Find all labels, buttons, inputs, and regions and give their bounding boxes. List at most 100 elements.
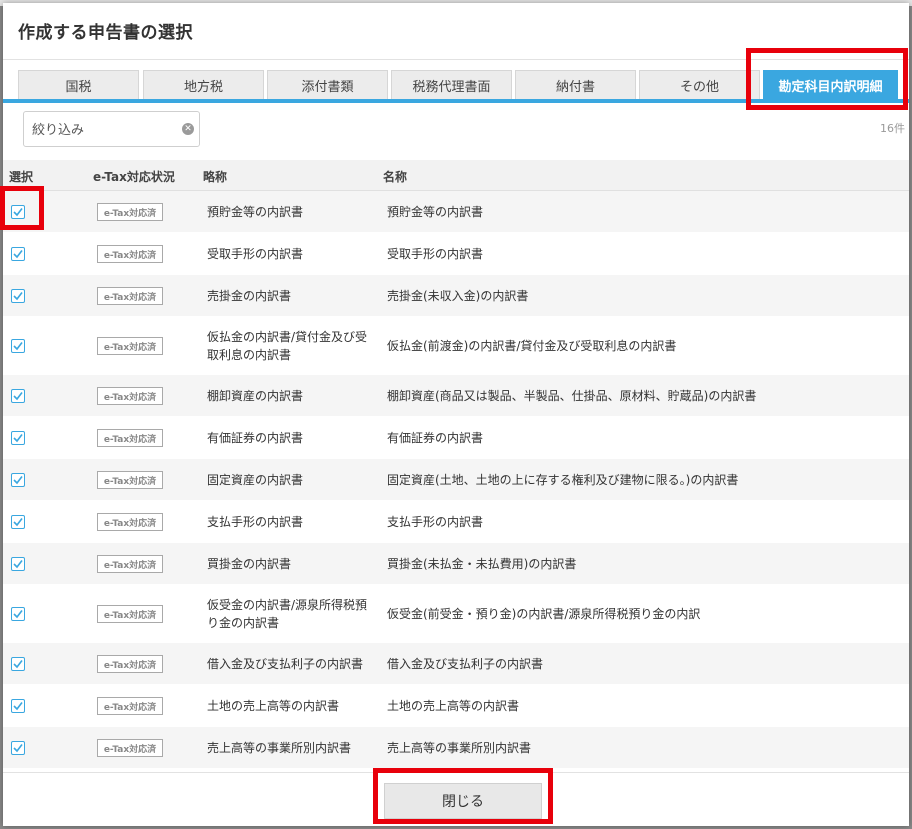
check-icon <box>13 392 23 401</box>
row-checkbox[interactable] <box>11 607 25 621</box>
check-icon <box>13 434 23 443</box>
dialog-header: 作成する申告書の選択 <box>3 3 909 60</box>
table-row[interactable]: e-Tax対応済 売掛金の内訳書 売掛金(未収入金)の内訳書 <box>3 275 909 317</box>
table-row[interactable]: e-Tax対応済 受取手形の内訳書 受取手形の内訳書 <box>3 233 909 275</box>
row-name: 預貯金等の内訳書 <box>387 205 484 219</box>
etax-status-badge: e-Tax対応済 <box>97 513 163 531</box>
row-abbreviation: 仮受金の内訳書/源泉所得税預り金の内訳書 <box>207 598 368 630</box>
etax-status-badge: e-Tax対応済 <box>97 655 163 673</box>
row-checkbox[interactable] <box>11 289 25 303</box>
etax-status-badge: e-Tax対応済 <box>97 471 163 489</box>
table-row[interactable]: e-Tax対応済 固定資産の内訳書 固定資産(土地、土地の上に存する権利及び建物に限… <box>3 459 909 501</box>
close-button[interactable]: 閉じる <box>384 783 542 819</box>
table-row[interactable]: e-Tax対応済 支払手形の内訳書 支払手形の内訳書 <box>3 501 909 543</box>
row-abbreviation: 売上高等の事業所別内訳書 <box>207 741 352 755</box>
table-row[interactable]: e-Tax対応済 土地の売上高等の内訳書 土地の売上高等の内訳書 <box>3 685 909 727</box>
check-icon <box>13 744 23 753</box>
table-row[interactable]: e-Tax対応済 仮払金の内訳書/貸付金及び受取利息の内訳書 仮払金(前渡金)の内訳… <box>3 317 909 375</box>
row-abbreviation: 借入金及び支払利子の内訳書 <box>207 657 364 671</box>
tab-account-details[interactable]: 勘定科目内訳明細 <box>763 70 898 99</box>
row-abbreviation: 仮払金の内訳書/貸付金及び受取利息の内訳書 <box>207 330 368 362</box>
row-checkbox[interactable] <box>11 741 25 755</box>
check-icon <box>13 208 23 217</box>
header-etax-status: e-Tax対応状況 <box>93 170 175 184</box>
row-checkbox[interactable] <box>11 339 25 353</box>
row-name: 固定資産(土地、土地の上に存する権利及び建物に限る。)の内訳書 <box>387 473 739 487</box>
check-icon <box>13 476 23 485</box>
row-abbreviation: 有価証券の内訳書 <box>207 431 304 445</box>
table-row[interactable]: e-Tax対応済 借入金及び支払利子の内訳書 借入金及び支払利子の内訳書 <box>3 643 909 685</box>
tab-national-tax[interactable]: 国税 <box>18 70 139 99</box>
row-name: 受取手形の内訳書 <box>387 247 484 261</box>
table-row[interactable]: e-Tax対応済 棚卸資産の内訳書 棚卸資産(商品又は製品、半製品、仕掛品、原材料、… <box>3 375 909 417</box>
row-abbreviation: 棚卸資産の内訳書 <box>207 389 304 403</box>
etax-status-badge: e-Tax対応済 <box>97 245 163 263</box>
row-name: 仮払金(前渡金)の内訳書/貸付金及び受取利息の内訳書 <box>387 339 677 353</box>
row-abbreviation: 売掛金の内訳書 <box>207 289 292 303</box>
row-abbreviation: 預貯金等の内訳書 <box>207 205 304 219</box>
result-count: 16件 <box>880 122 905 135</box>
row-name: 借入金及び支払利子の内訳書 <box>387 657 544 671</box>
row-abbreviation: 受取手形の内訳書 <box>207 247 304 261</box>
check-icon <box>13 560 23 569</box>
header-abbreviation: 略称 <box>203 170 228 184</box>
row-abbreviation: 買掛金の内訳書 <box>207 557 292 571</box>
row-name: 土地の売上高等の内訳書 <box>387 699 520 713</box>
etax-status-badge: e-Tax対応済 <box>97 697 163 715</box>
row-name: 支払手形の内訳書 <box>387 515 484 529</box>
row-name: 有価証券の内訳書 <box>387 431 484 445</box>
row-checkbox[interactable] <box>11 247 25 261</box>
row-checkbox[interactable] <box>11 657 25 671</box>
tab-tax-agent-documents[interactable]: 税務代理書面 <box>391 70 512 99</box>
check-icon <box>13 250 23 259</box>
row-abbreviation: 支払手形の内訳書 <box>207 515 304 529</box>
row-abbreviation: 土地の売上高等の内訳書 <box>207 699 340 713</box>
check-icon <box>13 660 23 669</box>
etax-status-badge: e-Tax対応済 <box>97 203 163 221</box>
clear-icon[interactable]: ✕ <box>182 123 194 135</box>
filter-input[interactable] <box>30 118 174 142</box>
row-checkbox[interactable] <box>11 699 25 713</box>
table-row[interactable]: e-Tax対応済 有価証券の内訳書 有価証券の内訳書 <box>3 417 909 459</box>
check-icon <box>13 292 23 301</box>
tab-payment-slip[interactable]: 納付書 <box>515 70 636 99</box>
etax-status-badge: e-Tax対応済 <box>97 287 163 305</box>
row-checkbox[interactable] <box>11 205 25 219</box>
row-checkbox[interactable] <box>11 473 25 487</box>
tab-other[interactable]: その他 <box>639 70 760 99</box>
tab-local-tax[interactable]: 地方税 <box>143 70 264 99</box>
table-row[interactable]: e-Tax対応済 仮受金の内訳書/源泉所得税預り金の内訳書 仮受金(前受金・預り金)… <box>3 585 909 643</box>
dialog-title: 作成する申告書の選択 <box>18 23 193 43</box>
row-checkbox[interactable] <box>11 431 25 445</box>
etax-status-badge: e-Tax対応済 <box>97 605 163 623</box>
table-header: 選択 e-Tax対応状況 略称 名称 <box>3 160 909 191</box>
table-row[interactable]: e-Tax対応済 売上高等の事業所別内訳書 売上高等の事業所別内訳書 <box>3 727 909 769</box>
etax-status-badge: e-Tax対応済 <box>97 429 163 447</box>
row-name: 買掛金(未払金・未払費用)の内訳書 <box>387 557 577 571</box>
table-row[interactable]: e-Tax対応済 預貯金等の内訳書 預貯金等の内訳書 <box>3 191 909 233</box>
category-tabs: 国税 地方税 添付書類 税務代理書面 納付書 その他 勘定科目内訳明細 <box>3 60 909 103</box>
table-row[interactable]: e-Tax対応済 買掛金の内訳書 買掛金(未払金・未払費用)の内訳書 <box>3 543 909 585</box>
etax-status-badge: e-Tax対応済 <box>97 387 163 405</box>
row-checkbox[interactable] <box>11 515 25 529</box>
etax-status-badge: e-Tax対応済 <box>97 555 163 573</box>
row-checkbox[interactable] <box>11 389 25 403</box>
header-name: 名称 <box>383 170 408 184</box>
row-name: 売上高等の事業所別内訳書 <box>387 741 532 755</box>
filter-field[interactable]: ✕ <box>23 111 200 147</box>
etax-status-badge: e-Tax対応済 <box>97 739 163 757</box>
row-name: 仮受金(前受金・預り金)の内訳書/源泉所得税預り金の内訳 <box>387 607 701 621</box>
row-checkbox[interactable] <box>11 557 25 571</box>
row-name: 売掛金(未収入金)の内訳書 <box>387 289 529 303</box>
etax-status-badge: e-Tax対応済 <box>97 337 163 355</box>
check-icon <box>13 610 23 619</box>
check-icon <box>13 518 23 527</box>
tab-underline <box>3 99 909 103</box>
check-icon <box>13 342 23 351</box>
tab-attachments[interactable]: 添付書類 <box>267 70 388 99</box>
check-icon <box>13 702 23 711</box>
row-name: 棚卸資産(商品又は製品、半製品、仕掛品、原材料、貯蔵品)の内訳書 <box>387 389 757 403</box>
dialog-footer: 閉じる <box>3 772 909 826</box>
document-selection-dialog: 作成する申告書の選択 国税 地方税 添付書類 税務代理書面 納付書 その他 勘定… <box>3 3 909 826</box>
header-select: 選択 <box>9 170 34 184</box>
